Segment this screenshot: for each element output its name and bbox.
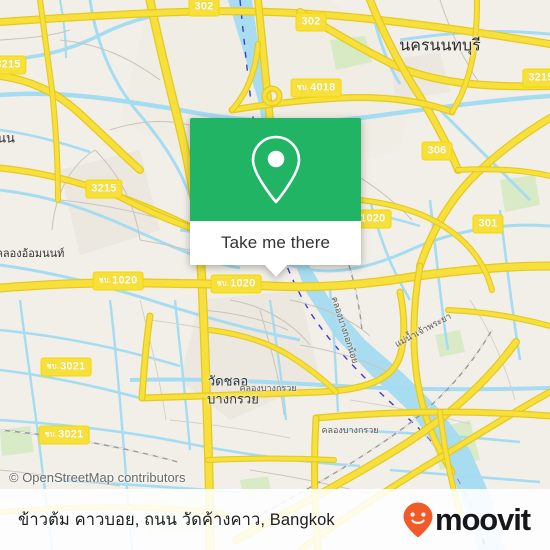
moovit-logo[interactable]: moovit	[402, 501, 531, 539]
map-place-label: นน	[0, 130, 15, 146]
road-shield: 3215	[522, 68, 550, 88]
take-me-there-label: Take me there	[220, 233, 331, 252]
road-shield-prefix: ชบ.	[98, 275, 112, 284]
road-shield-prefix: ชบ.	[296, 82, 310, 91]
place-info-card[interactable]: Take me there	[190, 118, 361, 277]
road-shield-number: 1020	[360, 212, 386, 224]
road-shield: ชบ.1020	[92, 271, 144, 291]
road-shield-number: 302	[301, 15, 321, 27]
moovit-wordmark: moovit	[434, 502, 531, 537]
road-shield-number: 1020	[230, 277, 256, 289]
road-shield: 301	[472, 214, 504, 234]
road-shield: 302	[188, 0, 220, 17]
road-shield-number: 3215	[91, 182, 117, 194]
road-shield-number: 3021	[60, 360, 86, 372]
road-shield-number: 3215	[528, 71, 550, 83]
road-shield: 306	[421, 141, 453, 161]
road-shield: ชบ.4018	[290, 78, 342, 98]
road-shield-number: 4018	[310, 81, 336, 93]
place-title: ข้าวต้ม คาวบอย, ถนน วัดค้างคาว, Bangkok	[18, 510, 335, 529]
road-shield-number: 302	[194, 0, 214, 12]
take-me-there-button[interactable]: Take me there	[190, 221, 361, 277]
road-shield-prefix: ชบ.	[44, 429, 58, 438]
road-shield: ชบ.3021	[38, 425, 90, 445]
moovit-smiley-pin-icon	[403, 502, 433, 537]
map-pin-icon	[251, 135, 300, 203]
road-shield: 302	[295, 12, 327, 32]
road-shield-number: 301	[478, 217, 498, 229]
road-shield-number: 3215	[0, 58, 21, 70]
map-place-label: คลองอ้อมนนท์	[0, 248, 65, 260]
road-shield-number: 1020	[112, 274, 138, 286]
road-shield-number: 306	[427, 144, 447, 156]
bottom-bar: ข้าวต้ม คาวบอย, ถนน วัดค้างคาว, Bangkok …	[0, 489, 550, 550]
info-card-header	[190, 118, 361, 221]
map-place-label: นครนนทบุรี	[399, 37, 481, 55]
road-shield-number: 3021	[58, 428, 84, 440]
map-waterway-label: คลองบางกรวย	[321, 425, 379, 435]
road-shield-prefix: ชบ.	[46, 361, 60, 370]
road-shield: 3215	[0, 55, 27, 75]
info-card-pointer	[263, 264, 288, 277]
openstreetmap-attribution[interactable]: © OpenStreetMap contributors	[9, 470, 186, 485]
road-shield: ชบ.3021	[40, 357, 92, 377]
road-shield: 3215	[85, 179, 123, 199]
map-screen: .bg { fill:#f2efe9; } .landuse { fill:#e…	[0, 0, 550, 550]
map-waterway-label: คลองบางกรวย	[239, 383, 297, 393]
road-shield-prefix: ชบ.	[216, 278, 230, 287]
road-shield: ชบ.1020	[210, 274, 262, 294]
